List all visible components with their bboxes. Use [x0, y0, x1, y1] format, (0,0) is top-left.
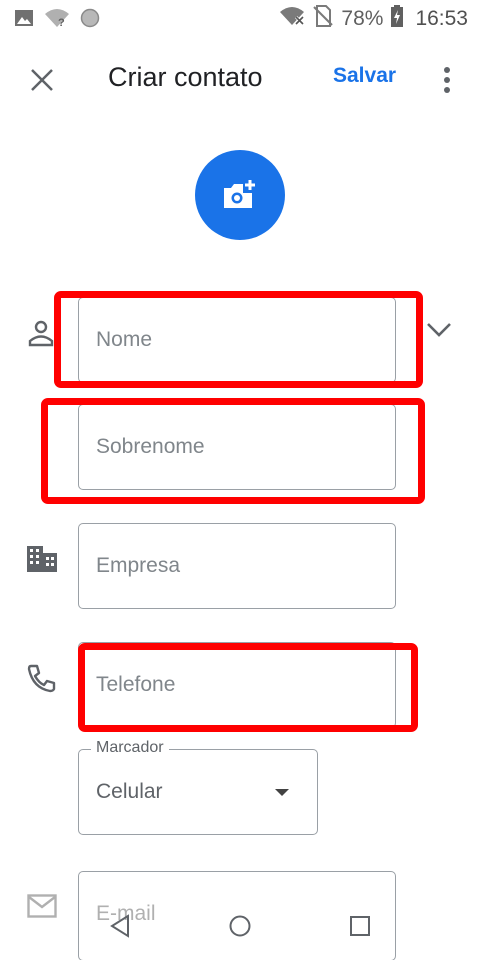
phone-label-value: Celular [96, 780, 163, 803]
circle-icon [80, 8, 100, 33]
phone-label-select[interactable]: Marcador Celular [78, 739, 318, 835]
wifi-off-icon [279, 6, 305, 31]
clock: 16:53 [415, 6, 468, 30]
no-sim-icon [313, 5, 334, 32]
app-bar: Criar contato Salvar [0, 40, 480, 116]
company-field[interactable]: Empresa [78, 523, 396, 609]
recents-button[interactable] [340, 906, 380, 946]
phone-icon [26, 662, 58, 694]
dropdown-arrow-icon [275, 789, 289, 796]
add-photo-button[interactable] [195, 150, 285, 240]
person-icon [26, 318, 56, 348]
recents-icon [350, 916, 370, 936]
phone-label-caption: Marcador [91, 739, 169, 757]
add-photo-icon [224, 180, 255, 208]
back-button[interactable] [100, 906, 140, 946]
more-options-button[interactable] [430, 60, 464, 100]
navigation-bar [0, 888, 480, 960]
chevron-down-icon [427, 323, 451, 337]
highlight-surname-field [41, 398, 425, 504]
company-icon [26, 544, 58, 574]
wifi-question-icon: ? [44, 8, 70, 33]
close-icon [31, 69, 53, 91]
back-icon [110, 914, 129, 938]
battery-icon [391, 5, 404, 32]
save-button[interactable]: Salvar [333, 64, 396, 88]
more-vert-icon [444, 67, 450, 93]
highlight-name-field [54, 291, 423, 388]
home-icon [229, 915, 251, 937]
expand-name-button[interactable] [423, 314, 455, 346]
image-icon [14, 8, 34, 33]
svg-text:?: ? [58, 17, 65, 28]
battery-percentage: 78% [341, 6, 384, 30]
page-title: Criar contato [108, 62, 263, 92]
home-button[interactable] [220, 906, 260, 946]
company-placeholder: Empresa [96, 554, 181, 577]
close-button[interactable] [22, 60, 62, 100]
highlight-phone-field [78, 643, 418, 732]
status-bar: ? 78% 16:53 [0, 0, 480, 38]
